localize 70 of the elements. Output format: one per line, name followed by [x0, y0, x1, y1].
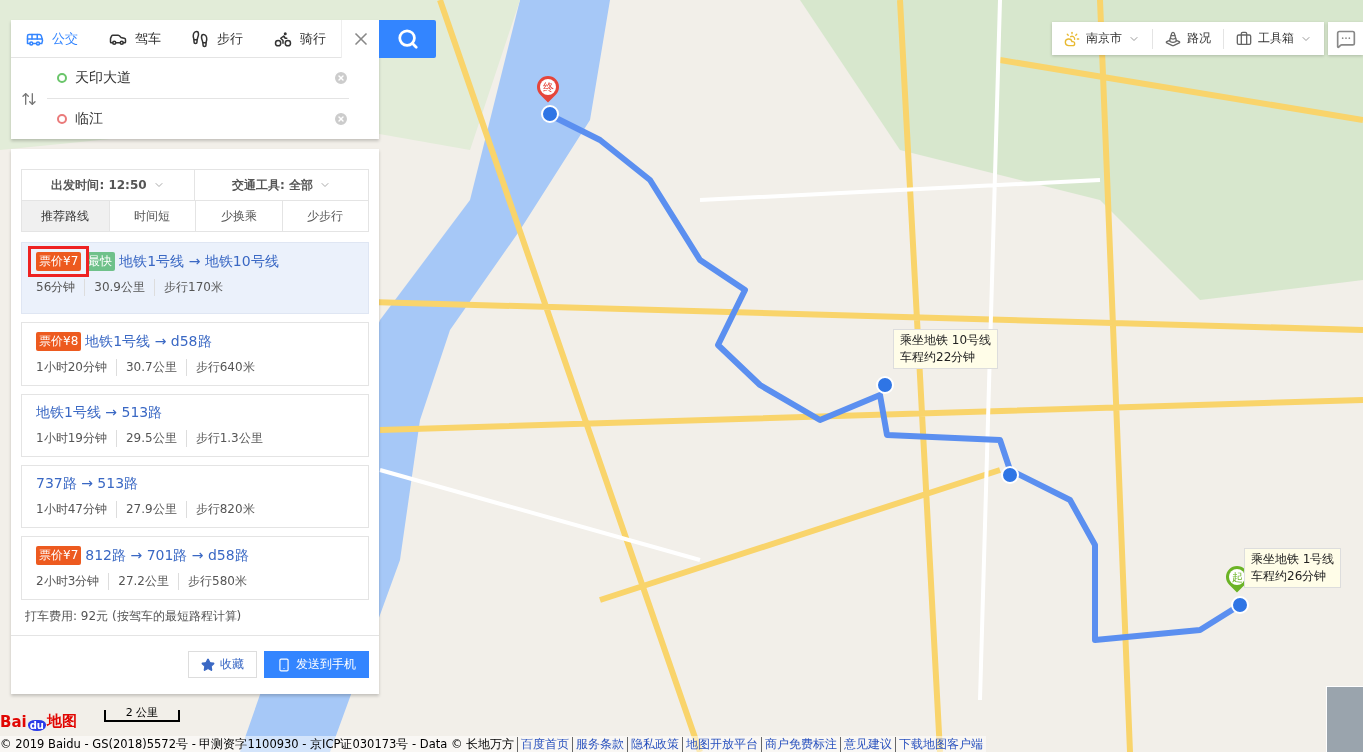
route-duration: 1小时47分钟 — [36, 501, 108, 518]
station-marker — [876, 376, 894, 394]
message-button[interactable] — [1328, 22, 1363, 55]
route-card[interactable]: 737路 → 513路 1小时47分钟 27.9公里 步行820米 — [21, 465, 369, 528]
route-distance: 27.2公里 — [108, 573, 178, 590]
station-marker — [1231, 596, 1249, 614]
walking-person-icon — [191, 29, 210, 48]
taxi-note: 打车费用: 92元 (按驾车的最短路程计算) — [24, 608, 243, 625]
route-duration: 56分钟 — [36, 279, 77, 296]
footer-link[interactable]: 百度首页 — [517, 736, 573, 752]
toolbar-button[interactable]: 工具箱 — [1223, 28, 1324, 49]
route-card[interactable]: 票价¥7 最快 地铁1号线 → 地铁10号线 56分钟 30.9公里 步行170米 — [21, 242, 369, 314]
sort-tab[interactable]: 推荐路线 — [22, 201, 109, 231]
route-distance: 27.9公里 — [115, 501, 186, 518]
route-duration: 1小时20分钟 — [36, 359, 108, 376]
route-title: 737路 → 513路 — [36, 475, 139, 493]
bicycle-icon — [273, 29, 292, 48]
route-card[interactable]: 地铁1号线 → 513路 1小时19分钟 29.5公里 步行1.3公里 — [21, 394, 369, 457]
route-title: 地铁1号线 → 513路 — [36, 404, 163, 422]
route-card[interactable]: 票价¥8 地铁1号线 → d58路 1小时20分钟 30.7公里 步行640米 — [21, 322, 369, 386]
destination-dot — [57, 114, 67, 124]
footer-link[interactable]: 地图开放平台 — [682, 736, 762, 752]
station-marker — [1001, 466, 1019, 484]
route-walk: 步行1.3公里 — [185, 430, 272, 447]
favorite-button[interactable]: 收藏 — [188, 651, 257, 678]
route-walk: 步行820米 — [185, 501, 264, 518]
footer-link[interactable]: 下载地图客户端 — [895, 736, 987, 752]
route-card[interactable]: 票价¥7 812路 → 701路 → d58路 2小时3分钟 27.2公里 步行580米 — [21, 536, 369, 600]
route-title: 812路 → 701路 → d58路 — [85, 546, 249, 565]
origin-field[interactable]: 天印大道 — [75, 70, 325, 86]
swap-icon[interactable] — [21, 90, 37, 107]
close-button[interactable] — [341, 20, 379, 58]
search-icon — [396, 28, 419, 50]
origin-dot — [57, 73, 67, 83]
route-walk: 步行580米 — [178, 573, 256, 590]
route-walk: 步行170米 — [154, 279, 232, 296]
route-title: 地铁1号线 → 地铁10号线 — [119, 252, 279, 271]
clear-icon[interactable] — [333, 111, 349, 127]
star-icon — [201, 657, 215, 672]
mode-tab[interactable]: 公交 — [11, 20, 94, 58]
copyright-text: © 2019 Baidu - GS(2018)5572号 - 甲测资字1100930 - 京ICP证030173号 - Data © 长地万方 — [0, 736, 516, 752]
route-distance: 30.9公里 — [84, 279, 154, 296]
search-button[interactable] — [379, 20, 436, 58]
route-callout: 乘坐地铁 10号线 车程约22分钟 — [893, 329, 999, 369]
route-duration: 2小时3分钟 — [36, 573, 101, 590]
footer-link[interactable]: 意见建议 — [840, 736, 896, 752]
route-duration: 1小时19分钟 — [36, 430, 108, 447]
footer-link[interactable]: 隐私政策 — [627, 736, 683, 752]
weather-icon — [1064, 30, 1080, 47]
fare-badge: 票价¥7 — [36, 546, 82, 565]
clear-icon[interactable] — [333, 70, 349, 86]
mode-tab[interactable]: 驾车 — [93, 20, 176, 58]
phone-icon — [277, 657, 291, 672]
footer-link[interactable]: 服务条款 — [572, 736, 628, 752]
chat-icon — [1335, 28, 1356, 49]
send-to-phone-button[interactable]: 发送到手机 — [264, 651, 369, 678]
fare-badge: 票价¥7 — [36, 252, 82, 271]
route-distance: 30.7公里 — [115, 359, 186, 376]
route-walk: 步行640米 — [185, 359, 264, 376]
mode-tab[interactable]: 步行 — [176, 20, 259, 58]
fare-badge: 票价¥8 — [36, 332, 82, 351]
route-distance: 29.5公里 — [115, 430, 186, 447]
route-title: 地铁1号线 → d58路 — [85, 332, 212, 351]
route-callout: 乘坐地铁 1号线 车程约26分钟 — [1244, 548, 1342, 588]
mode-tab[interactable]: 骑行 — [258, 20, 341, 58]
photo-placeholder[interactable] — [1326, 686, 1363, 752]
station-marker — [541, 105, 559, 123]
destination-field[interactable]: 临江 — [75, 111, 325, 127]
toolbox-icon — [1236, 30, 1252, 47]
footer-link[interactable]: 商户免费标注 — [761, 736, 841, 752]
